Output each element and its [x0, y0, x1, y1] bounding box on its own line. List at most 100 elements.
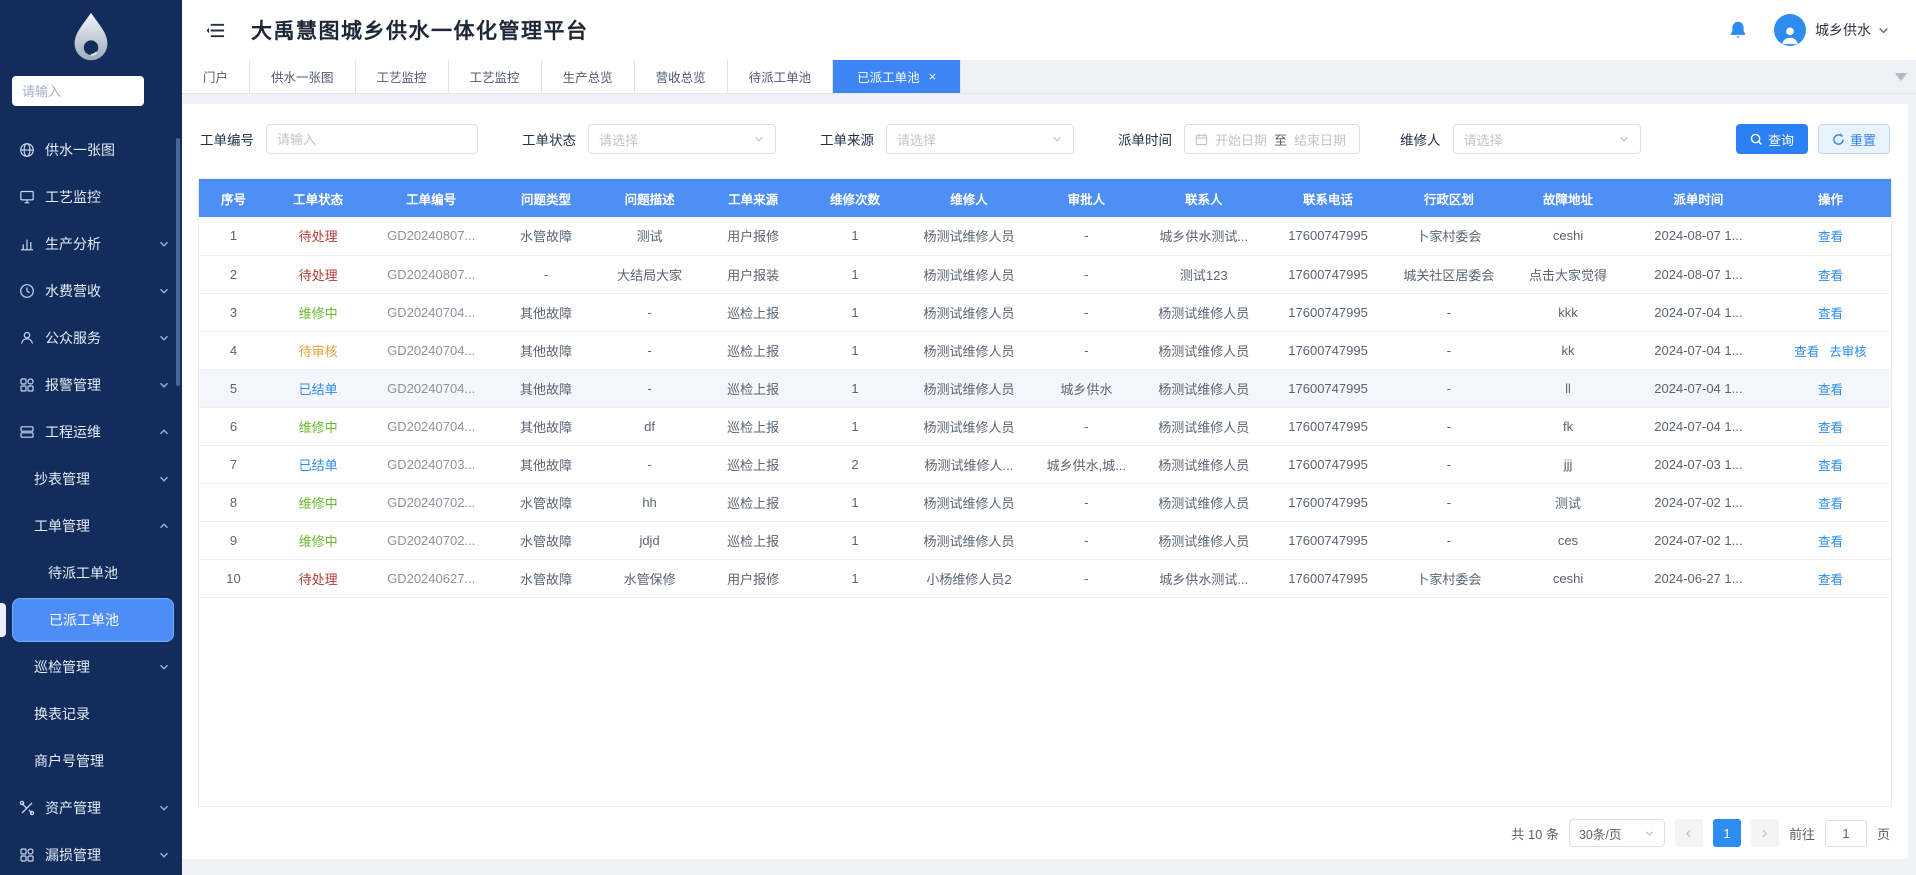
cell-problem_type: 其他故障 [494, 369, 598, 407]
sidebar-item-7[interactable]: 抄表管理 [0, 455, 182, 502]
sidebar-item-9[interactable]: 待派工单池 [0, 549, 182, 596]
grid-icon [18, 376, 35, 393]
cell-order_no: GD20240807... [368, 217, 494, 255]
cell-status: 待处理 [268, 217, 368, 255]
sidebar-item-11[interactable]: 巡检管理 [0, 643, 182, 690]
tab-5[interactable]: 营收总览 [635, 60, 728, 93]
dispatch-time-range[interactable]: 开始日期 至 结束日期 [1184, 124, 1360, 154]
order-no-input[interactable] [277, 132, 467, 147]
cell-actions: 查看 [1770, 445, 1891, 483]
view-link[interactable]: 查看 [1818, 230, 1843, 244]
sidebar-item-1[interactable]: 工艺监控 [0, 173, 182, 220]
cell-repairer: 杨测试维修人员 [905, 407, 1033, 445]
cell-order_no: GD20240702... [368, 483, 494, 521]
chevron-down-icon[interactable] [1877, 24, 1890, 37]
table-row: 7已结单GD20240703...其他故障-巡检上报2杨测试维修人...城乡供水… [199, 445, 1891, 483]
view-link[interactable]: 查看 [1818, 269, 1843, 283]
clock-icon [18, 282, 35, 299]
chevron-down-icon [753, 133, 765, 145]
chevron-down-icon [158, 379, 170, 391]
cell-dispatch_time: 2024-08-07 1... [1627, 217, 1770, 255]
cell-repairer: 杨测试维修人员 [905, 217, 1033, 255]
chevron-up-icon [158, 520, 170, 532]
tab-3[interactable]: 工艺监控 [449, 60, 542, 93]
order-source-select[interactable]: 请选择 [886, 124, 1074, 154]
cell-repairer: 杨测试维修人员 [905, 483, 1033, 521]
prev-page-button[interactable] [1675, 819, 1703, 847]
column-header: 问题描述 [598, 179, 702, 217]
username[interactable]: 城乡供水 [1815, 20, 1871, 40]
sidebar-item-13[interactable]: 商户号管理 [0, 737, 182, 784]
column-header: 行政区划 [1388, 179, 1509, 217]
sidebar-item-8[interactable]: 工单管理 [0, 502, 182, 549]
tab-4[interactable]: 生产总览 [542, 60, 635, 93]
sidebar-item-6[interactable]: 工程运维 [0, 408, 182, 455]
cell-status: 维修中 [268, 521, 368, 559]
cell-source: 用户报装 [701, 255, 805, 293]
calendar-icon [1195, 133, 1208, 146]
view-link[interactable]: 查看 [1818, 421, 1843, 435]
view-link[interactable]: 查看 [1818, 573, 1843, 587]
sidebar-item-2[interactable]: 生产分析 [0, 220, 182, 267]
globe-icon [18, 141, 35, 158]
column-header: 序号 [199, 179, 268, 217]
app-logo [0, 0, 182, 64]
order-no-label: 工单编号 [200, 129, 254, 149]
column-header: 故障地址 [1509, 179, 1626, 217]
go-review-link[interactable]: 去审核 [1829, 345, 1867, 359]
next-page-button[interactable] [1751, 819, 1779, 847]
tab-0[interactable]: 门户 [182, 60, 250, 93]
sidebar-item-4[interactable]: 公众服务 [0, 314, 182, 361]
avatar[interactable] [1774, 14, 1806, 46]
tab-7[interactable]: 已派工单池× [833, 60, 961, 93]
close-icon[interactable]: × [929, 70, 937, 83]
sidebar-item-3[interactable]: 水费营收 [0, 267, 182, 314]
view-link[interactable]: 查看 [1818, 383, 1843, 397]
view-link[interactable]: 查看 [1818, 307, 1843, 321]
repairer-select[interactable]: 请选择 [1453, 124, 1641, 154]
view-link[interactable]: 查看 [1794, 345, 1819, 359]
order-status-select[interactable]: 请选择 [588, 124, 776, 154]
sidebar-search-input[interactable] [12, 76, 144, 106]
tabbar-dropdown-icon[interactable] [1895, 73, 1907, 81]
sidebar-item-active[interactable]: 已派工单池 [12, 598, 174, 642]
chevron-down-icon [158, 332, 170, 344]
total-count: 共 10 条 [1511, 824, 1559, 843]
notification-bell-icon[interactable] [1728, 20, 1748, 41]
goto-page-input[interactable] [1825, 820, 1867, 847]
cell-phone: 17600747995 [1268, 445, 1389, 483]
cell-seq: 6 [199, 407, 268, 445]
cell-fault_address: kkk [1509, 293, 1626, 331]
cell-phone: 17600747995 [1268, 331, 1389, 369]
cell-problem_type: 水管故障 [494, 521, 598, 559]
sidebar-item-5[interactable]: 报警管理 [0, 361, 182, 408]
tab-1[interactable]: 供水一张图 [250, 60, 356, 93]
menu-fold-icon[interactable] [206, 21, 225, 40]
search-button[interactable]: 查询 [1736, 124, 1808, 154]
reset-button[interactable]: 重置 [1818, 124, 1890, 154]
service-icon [18, 329, 35, 346]
view-link[interactable]: 查看 [1818, 459, 1843, 473]
page-size-select[interactable]: 30条/页 [1569, 819, 1665, 847]
sidebar-item-12[interactable]: 换表记录 [0, 690, 182, 737]
cell-source: 巡检上报 [701, 293, 805, 331]
sidebar-item-0[interactable]: 供水一张图 [0, 126, 182, 173]
cell-problem_type: 其他故障 [494, 445, 598, 483]
column-header: 操作 [1770, 179, 1891, 217]
cell-district: - [1388, 369, 1509, 407]
cell-district: - [1388, 521, 1509, 559]
tab-2[interactable]: 工艺监控 [356, 60, 449, 93]
table-row: 6维修中GD20240704...其他故障df巡检上报1杨测试维修人员-杨测试维… [199, 407, 1891, 445]
cell-district: - [1388, 483, 1509, 521]
cell-seq: 9 [199, 521, 268, 559]
cell-approver: 城乡供水,城... [1033, 445, 1140, 483]
view-link[interactable]: 查看 [1818, 535, 1843, 549]
current-page-button[interactable]: 1 [1713, 819, 1741, 847]
sidebar-item-15[interactable]: 漏损管理 [0, 831, 182, 875]
sidebar-item-14[interactable]: 资产管理 [0, 784, 182, 831]
sidebar-scrollbar[interactable] [176, 138, 180, 386]
cell-district: 卜家村委会 [1388, 559, 1509, 597]
tab-6[interactable]: 待派工单池 [728, 60, 834, 93]
view-link[interactable]: 查看 [1818, 497, 1843, 511]
chevron-down-icon [158, 849, 170, 861]
